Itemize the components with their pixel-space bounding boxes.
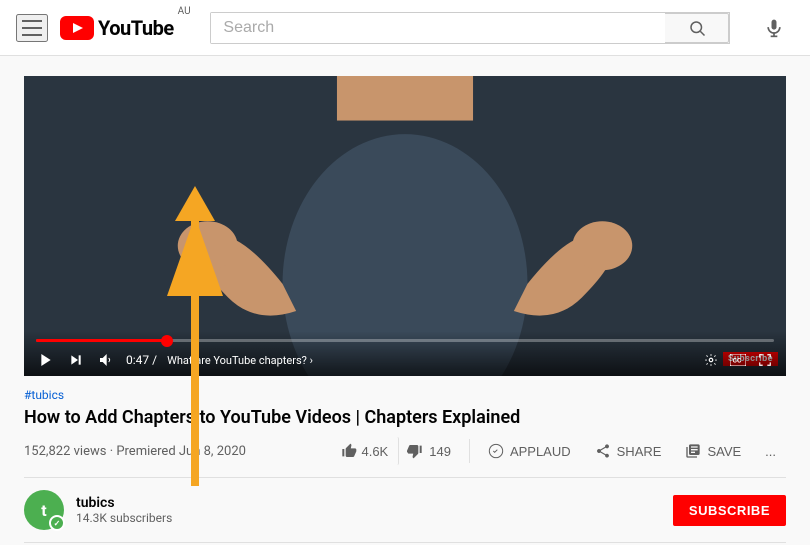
next-button[interactable] (66, 350, 86, 370)
save-icon (685, 443, 701, 459)
microphone-icon (764, 18, 784, 38)
dislike-button[interactable]: 149 (403, 437, 461, 465)
avatar-checkmark: ✓ (49, 515, 65, 531)
applaud-button[interactable]: APPLAUD (478, 437, 581, 465)
share-button[interactable]: SHARE (585, 437, 672, 465)
youtube-icon (60, 16, 94, 40)
thumbs-down-icon (407, 443, 423, 459)
header: YouTube AU (0, 0, 810, 56)
channel-name[interactable]: tubics (76, 495, 172, 511)
more-button[interactable]: ... (755, 438, 786, 465)
header-search (210, 12, 730, 44)
save-label: SAVE (707, 444, 741, 459)
channel-info: t ✓ tubics 14.3K subscribers (24, 490, 172, 530)
save-button[interactable]: SAVE (675, 437, 751, 465)
progress-fill (36, 339, 169, 342)
header-left: YouTube AU (16, 14, 191, 42)
progress-thumb (161, 335, 173, 347)
share-icon (595, 443, 611, 459)
channel-details: tubics 14.3K subscribers (76, 495, 172, 525)
search-container (210, 12, 730, 44)
video-meta-row: 152,822 views · Premiered Jun 8, 2020 4.… (24, 437, 786, 478)
youtube-country: AU (178, 6, 191, 17)
action-divider (469, 439, 470, 463)
play-button[interactable] (36, 350, 56, 370)
video-stats: 152,822 views · Premiered Jun 8, 2020 (24, 444, 246, 459)
cc-icon: CC (730, 354, 746, 366)
current-time: 0:47 (126, 353, 149, 367)
view-count: 152,822 views (24, 444, 106, 459)
more-label: ... (765, 444, 776, 459)
fullscreen-icon (758, 353, 772, 367)
youtube-logo[interactable]: YouTube AU (60, 16, 191, 40)
dislike-count: 149 (429, 444, 451, 459)
search-icon (688, 19, 706, 37)
video-player[interactable]: Subscribe (24, 76, 786, 376)
video-actions: 4.6K 149 APPLAUD SHARE (331, 437, 786, 465)
subscribe-button[interactable]: SUBSCRIBE (673, 495, 786, 526)
video-tag[interactable]: #tubics (24, 388, 786, 402)
video-controls: 0:47 / What are YouTube chapters? › CC (24, 331, 786, 376)
premiere-date: Premiered Jun 8, 2020 (116, 444, 246, 459)
fullscreen-button[interactable] (756, 351, 774, 369)
subscriber-count: 14.3K subscribers (76, 511, 172, 525)
right-controls: CC (702, 351, 774, 369)
settings-icon (704, 353, 718, 367)
search-input[interactable] (211, 13, 665, 43)
volume-button[interactable] (96, 350, 116, 370)
video-info: #tubics How to Add Chapters to YouTube V… (24, 388, 786, 478)
header-right (754, 8, 794, 48)
applaud-label: APPLAUD (510, 444, 571, 459)
voice-search-button[interactable] (754, 8, 794, 48)
controls-row: 0:47 / What are YouTube chapters? › CC (36, 350, 774, 370)
svg-text:CC: CC (733, 359, 742, 365)
share-label: SHARE (617, 444, 662, 459)
settings-button[interactable] (702, 351, 720, 369)
chapter-label: What are YouTube chapters? › (167, 354, 692, 367)
video-section: Subscribe (0, 56, 810, 545)
youtube-wordmark: YouTube (98, 16, 174, 40)
play-icon (38, 352, 54, 368)
cc-button[interactable]: CC (728, 352, 748, 368)
channel-avatar[interactable]: t ✓ (24, 490, 64, 530)
search-button[interactable] (665, 13, 729, 43)
channel-row: t ✓ tubics 14.3K subscribers SUBSCRIBE (24, 478, 786, 543)
hamburger-menu-button[interactable] (16, 14, 48, 42)
thumbs-up-icon (341, 443, 357, 459)
main-content: Subscribe (0, 56, 810, 545)
like-count: 4.6K (361, 444, 388, 459)
avatar-initial: t (41, 501, 46, 520)
volume-icon (98, 352, 114, 368)
next-icon (68, 352, 84, 368)
time-display: 0:47 / (126, 353, 157, 367)
video-title: How to Add Chapters to YouTube Videos | … (24, 406, 786, 429)
progress-bar[interactable] (36, 339, 774, 342)
like-button[interactable]: 4.6K (331, 437, 399, 465)
applaud-icon (488, 443, 504, 459)
